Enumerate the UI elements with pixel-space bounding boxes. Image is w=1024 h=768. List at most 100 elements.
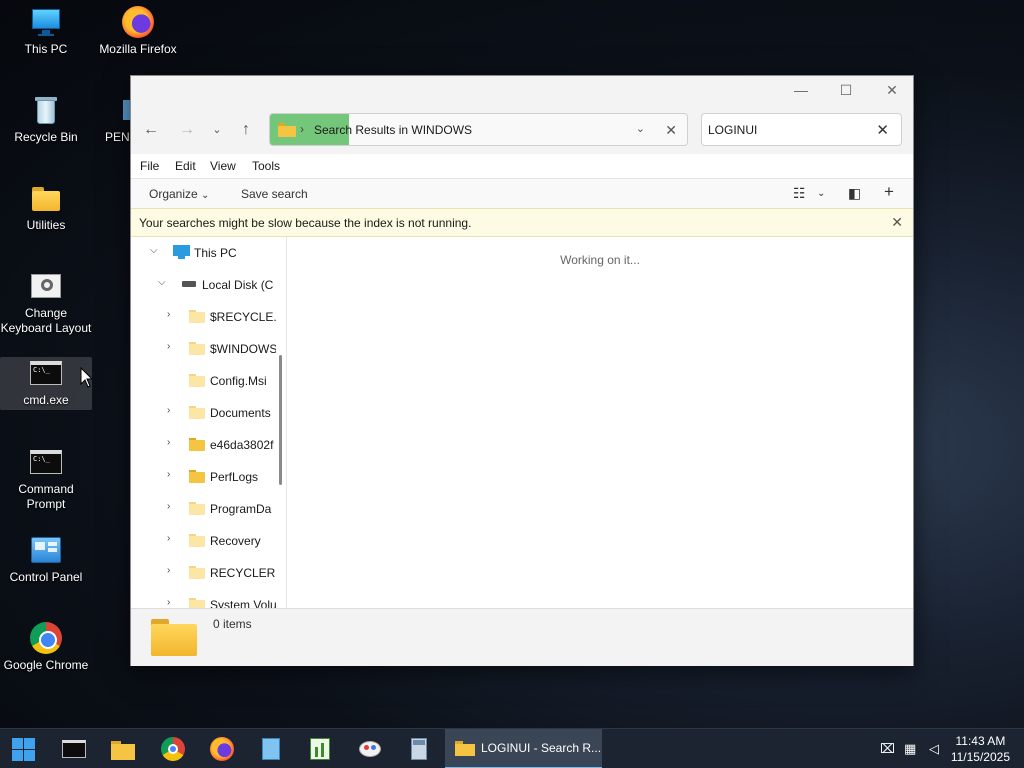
taskbar-notepad-icon[interactable] [257,735,285,763]
tree-item-folder[interactable]: › ProgramDa [131,493,286,525]
keyboard-layout-icon [30,270,62,302]
tree-item-label: $RECYCLE.E [210,310,285,324]
folder-icon [189,502,205,515]
desktop-icon-command-prompt[interactable]: C:\_ Command Prompt [0,446,92,512]
new-item-plus-icon[interactable]: + [884,182,894,202]
chevron-right-icon[interactable]: › [167,469,170,480]
close-button[interactable]: ✕ [869,76,915,104]
scrollbar-thumb[interactable] [279,355,282,485]
taskbar-active-explorer-button[interactable]: LOGINUI - Search R... [445,729,602,768]
view-options-chevron-icon[interactable]: ⌄ [817,188,825,199]
recycle-bin-icon [30,94,62,126]
navigation-pane-scrollbar[interactable] [276,237,286,608]
organize-button[interactable]: Organize ⌄ [149,187,209,201]
chevron-right-icon[interactable]: › [167,309,170,320]
tree-item-label: e46da3802f [210,438,274,452]
title-bar[interactable]: — ☐ ✕ [131,76,913,104]
volume-muted-icon[interactable]: ◁ [929,741,939,757]
tree-item-folder[interactable]: › Documents [131,397,286,429]
taskbar-calculator-icon[interactable] [405,735,433,763]
tree-item-label: ProgramDa [210,502,272,516]
address-rest: Results in WINDOWS [352,123,473,137]
desktop-icon-utilities[interactable]: Utilities [0,182,92,233]
desktop-icon-pen[interactable]: PEN [105,94,130,145]
desktop-icon-label: Change Keyboard Layout [0,306,92,335]
folder-icon [30,182,62,214]
chevron-right-icon[interactable]: › [167,565,170,576]
search-results-pane[interactable]: Working on it... [287,237,913,608]
minimize-button[interactable]: — [778,76,824,104]
search-status-text: Working on it... [560,253,640,267]
tree-item-folder[interactable]: › RECYCLER [131,557,286,589]
cmd-icon: C:\_ [30,357,62,389]
details-pane: 0 items [131,608,913,666]
clock-time: 11:43 AM [955,734,1006,748]
menu-file[interactable]: File [140,159,159,173]
taskbar-chrome-icon[interactable] [159,735,187,763]
mouse-cursor-icon [80,367,94,388]
recent-locations-chevron-icon[interactable]: ⌄ [205,119,229,141]
search-clear-icon[interactable]: ✕ [876,121,889,139]
taskbar-cmd-icon[interactable] [60,735,88,763]
view-options-icon[interactable]: ☷ [793,185,806,202]
start-button[interactable] [12,738,35,761]
desktop-icon-this-pc[interactable]: This PC [0,6,92,57]
folder-icon [189,342,205,355]
desktop-icon-label: Command Prompt [18,482,74,511]
preview-pane-icon[interactable]: ◧ [848,185,861,202]
clock[interactable]: 11:43 AM 11/15/2025 [951,733,1010,765]
desktop-icon-firefox[interactable]: Mozilla Firefox [92,6,184,57]
chevron-right-icon[interactable]: › [167,501,170,512]
desktop-icon-label: Recycle Bin [14,130,78,144]
display-icon[interactable]: ▦ [904,741,916,757]
windows-logo-icon [24,738,35,749]
tree-item-label: $WINDOWS [210,342,278,356]
folder-icon [189,438,205,451]
address-bar[interactable]: › Search Results in WINDOWS ⌄ ✕ [269,113,688,146]
chevron-right-icon[interactable]: › [167,437,170,448]
tree-item-folder[interactable]: Config.Msi [131,365,286,397]
chevron-right-icon[interactable]: › [167,597,170,608]
forward-arrow-icon[interactable]: → [175,119,199,141]
desktop-icon-recycle-bin[interactable]: Recycle Bin [0,94,92,145]
chevron-down-icon[interactable]: ⌵ [150,245,158,256]
chevron-down-icon: ⌄ [201,190,210,201]
taskbar-firefox-icon[interactable] [208,735,236,763]
close-icon[interactable]: ✕ [891,214,903,231]
taskbar-spreadsheet-icon[interactable] [306,735,334,763]
desktop-icon-change-keyboard-layout[interactable]: Change Keyboard Layout [0,270,92,336]
chevron-right-icon[interactable]: › [167,533,170,544]
tree-item-folder[interactable]: › $WINDOWS [131,333,286,365]
chevron-down-icon[interactable]: ⌵ [158,277,166,288]
index-warning-bar[interactable]: Your searches might be slow because the … [131,208,913,237]
tree-item-folder[interactable]: › System Volu [131,589,286,608]
chevron-right-icon[interactable]: › [167,341,170,352]
tree-item-local-disk[interactable]: ⌵ Local Disk (C [131,269,286,301]
up-arrow-icon[interactable]: ↑ [234,119,258,141]
chevron-right-icon[interactable]: › [167,405,170,416]
save-search-button[interactable]: Save search [241,187,308,201]
address-clear-icon[interactable]: ✕ [665,122,677,139]
tree-item-folder[interactable]: › e46da3802f [131,429,286,461]
tree-item-folder[interactable]: › PerfLogs [131,461,286,493]
menu-view[interactable]: View [210,159,236,173]
back-arrow-icon[interactable]: ← [139,119,163,141]
maximize-button[interactable]: ☐ [823,76,869,104]
address-dropdown-chevron-icon[interactable]: ⌄ [636,122,645,135]
desktop-icon-control-panel[interactable]: Control Panel [0,534,92,585]
tree-item-folder[interactable]: › $RECYCLE.E [131,301,286,333]
menu-tools[interactable]: Tools [252,159,280,173]
search-input[interactable]: LOGINUI ✕ [701,113,902,146]
taskbar-window-label: LOGINUI - Search R... [481,741,602,755]
network-icon[interactable]: ⌧ [880,741,895,757]
search-input-value: LOGINUI [708,123,758,137]
taskbar-paint-icon[interactable] [356,735,384,763]
folder-icon [189,598,205,608]
tree-item-this-pc[interactable]: ⌵ This PC [131,237,286,269]
menu-edit[interactable]: Edit [175,159,196,173]
desktop-icon-google-chrome[interactable]: Google Chrome [0,622,92,673]
tree-item-folder[interactable]: › Recovery [131,525,286,557]
taskbar-file-explorer-icon[interactable] [109,735,137,763]
desktop-icon-cmd-exe[interactable]: C:\_ cmd.exe [0,357,92,410]
folder-icon [189,406,205,419]
